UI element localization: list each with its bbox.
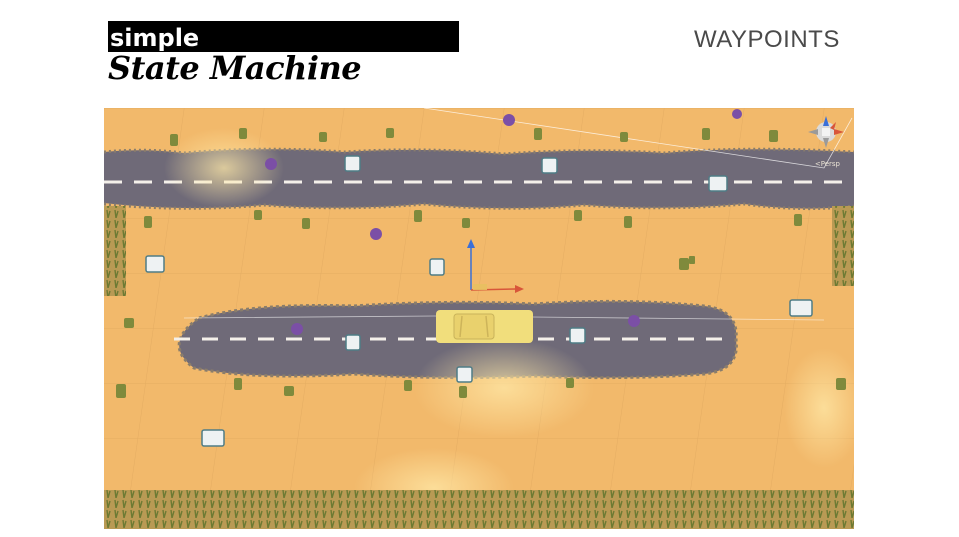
crop-field-left	[104, 206, 126, 296]
title-block: simple State Machine	[108, 21, 460, 88]
persp-label[interactable]: <Persp	[815, 160, 840, 168]
crop-field-bottom	[104, 490, 854, 529]
crop-field-right	[832, 206, 854, 286]
scene-viewport[interactable]: <Persp	[104, 108, 854, 529]
car	[436, 310, 533, 343]
section-label: WAYPOINTS	[694, 26, 840, 53]
title-script: State Machine	[108, 49, 362, 87]
scene-view	[104, 108, 854, 529]
